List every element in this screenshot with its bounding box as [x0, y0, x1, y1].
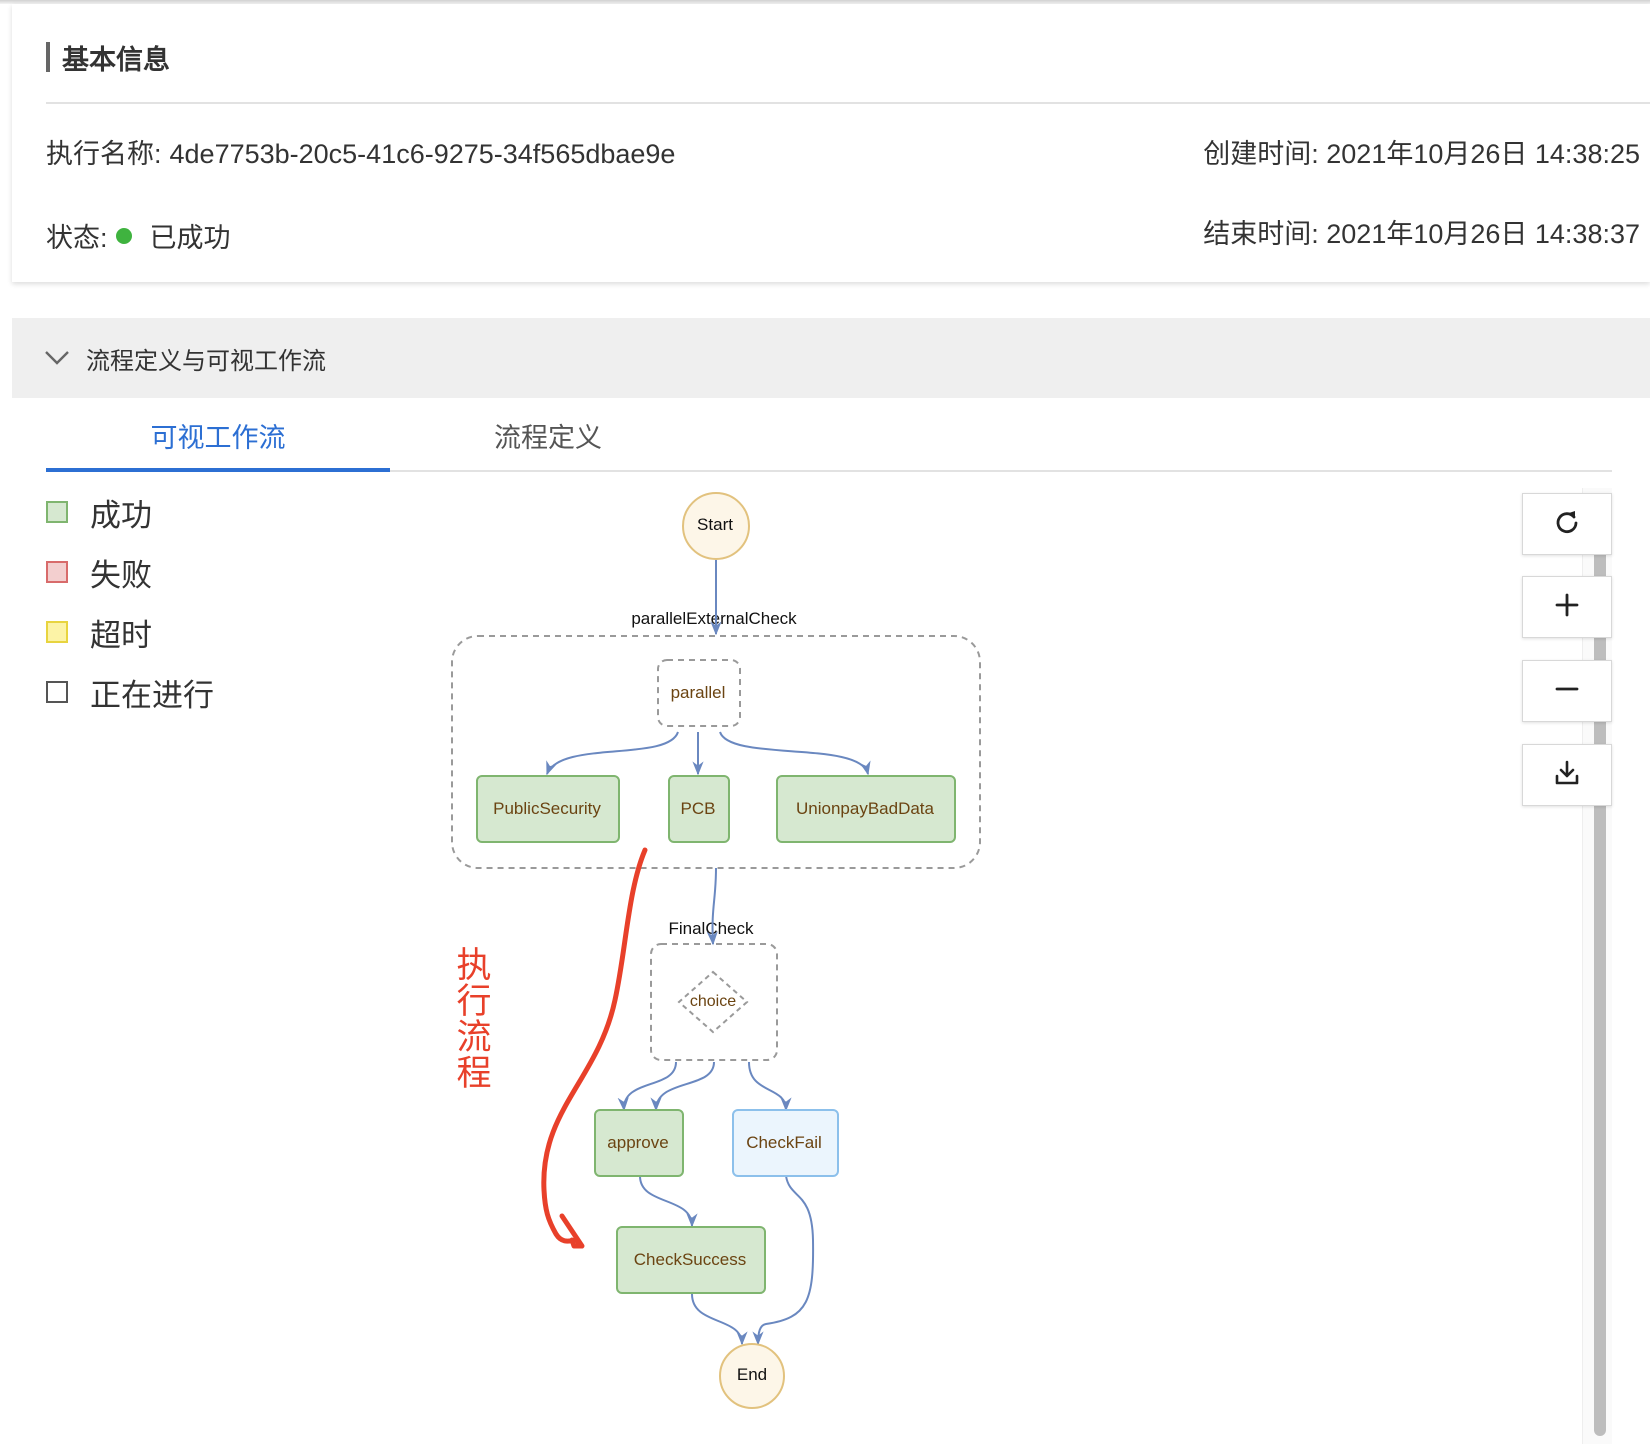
- execution-name-value: 4de7753b-20c5-41c6-9275-34f565dbae9e: [169, 139, 676, 169]
- final-check-group-label: FinalCheck: [668, 919, 754, 938]
- legend-label: 超时: [90, 617, 152, 653]
- edge-checkfail-to-end: [752, 1175, 815, 1346]
- created-time-label: 创建时间:: [1203, 139, 1319, 169]
- annotation-char: 行: [456, 982, 492, 1022]
- choice-node-label: choice: [690, 993, 736, 1010]
- refresh-icon: [1553, 508, 1581, 541]
- plus-icon: [1553, 591, 1581, 624]
- end-time-label: 结束时间:: [1203, 219, 1319, 249]
- annotation-char: 执: [456, 946, 492, 986]
- legend-swatch-running: [46, 681, 68, 703]
- publicsecurity-node-label: PublicSecurity: [493, 799, 601, 818]
- section-title: 基本信息: [46, 40, 170, 75]
- title-bar-marker: [46, 42, 50, 72]
- execution-name-row: 执行名称: 4de7753b-20c5-41c6-9275-34f565dbae9…: [46, 132, 675, 171]
- tab-visual-workflow[interactable]: 可视工作流: [46, 416, 390, 455]
- end-node-label: End: [737, 1365, 767, 1384]
- edge-choice-to-checkfail: [748, 1061, 792, 1112]
- legend-item-timeout: 超时: [46, 612, 214, 653]
- status-label: 状态:: [46, 223, 108, 253]
- basic-info-title: 基本信息: [62, 44, 170, 75]
- legend-swatch-success: [46, 501, 68, 523]
- download-button[interactable]: [1522, 744, 1612, 806]
- checksuccess-node-label: CheckSuccess: [634, 1250, 746, 1269]
- legend-swatch-timeout: [46, 621, 68, 643]
- created-time-row: 创建时间: 2021年10月26日 14:38:25: [1203, 132, 1640, 171]
- chevron-down-icon[interactable]: [42, 343, 72, 373]
- edge-approve-to-checksuccess: [639, 1175, 698, 1228]
- edge-parallel-to-unionpay: [719, 731, 871, 776]
- minus-icon: [1553, 675, 1581, 708]
- pcb-node-label: PCB: [681, 799, 716, 818]
- edge-choice-to-approve-a: [617, 1061, 677, 1112]
- zoom-out-button[interactable]: [1522, 660, 1612, 722]
- edge-choice-to-approve-b: [650, 1061, 715, 1112]
- status-row: 状态: 已成功: [46, 216, 231, 255]
- workflow-panel-header[interactable]: 流程定义与可视工作流: [12, 318, 1650, 398]
- tab-flow-definition[interactable]: 流程定义: [376, 416, 720, 455]
- execution-name-label: 执行名称:: [46, 139, 162, 169]
- workflow-panel-title: 流程定义与可视工作流: [86, 347, 326, 375]
- legend-label: 正在进行: [90, 677, 214, 713]
- legend-label: 成功: [90, 497, 152, 533]
- approve-node-label: approve: [607, 1133, 668, 1152]
- start-node-label: Start: [697, 515, 733, 534]
- legend-item-failed: 失败: [46, 552, 214, 593]
- annotation-char: 流: [456, 1018, 492, 1058]
- edge-parallel-to-publicsecurity: [546, 731, 679, 776]
- checkfail-node-label: CheckFail: [746, 1133, 822, 1152]
- parallel-node-label: parallel: [671, 683, 726, 702]
- status-dot-icon: [115, 227, 132, 244]
- edge-checksuccess-to-end: [691, 1293, 748, 1346]
- legend-label: 失败: [90, 557, 152, 593]
- parallel-group-label: parallelExternalCheck: [631, 609, 797, 628]
- download-icon: [1553, 759, 1581, 792]
- red-annotation-arrow: [541, 847, 648, 1249]
- annotation-text: 执 行 流 程: [452, 948, 496, 1092]
- tab-bar: 可视工作流 流程定义: [46, 404, 1612, 472]
- divider: [46, 102, 1650, 104]
- unionpay-node-label: UnionpayBadData: [796, 799, 935, 818]
- status-legend: 成功 失败 超时 正在进行: [46, 492, 214, 732]
- legend-item-success: 成功: [46, 492, 214, 533]
- legend-swatch-failed: [46, 561, 68, 583]
- active-tab-indicator: [46, 468, 390, 472]
- status-value: 已成功: [149, 223, 231, 253]
- end-time-value: 2021年10月26日 14:38:37: [1326, 219, 1640, 249]
- end-time-row: 结束时间: 2021年10月26日 14:38:37: [1203, 212, 1640, 251]
- annotation-char: 程: [456, 1054, 492, 1094]
- legend-item-running: 正在进行: [46, 672, 214, 713]
- created-time-value: 2021年10月26日 14:38:25: [1326, 139, 1640, 169]
- zoom-in-button[interactable]: [1522, 576, 1612, 638]
- refresh-button[interactable]: [1522, 493, 1612, 555]
- basic-info-card: 基本信息 执行名称: 4de7753b-20c5-41c6-9275-34f565…: [12, 4, 1650, 282]
